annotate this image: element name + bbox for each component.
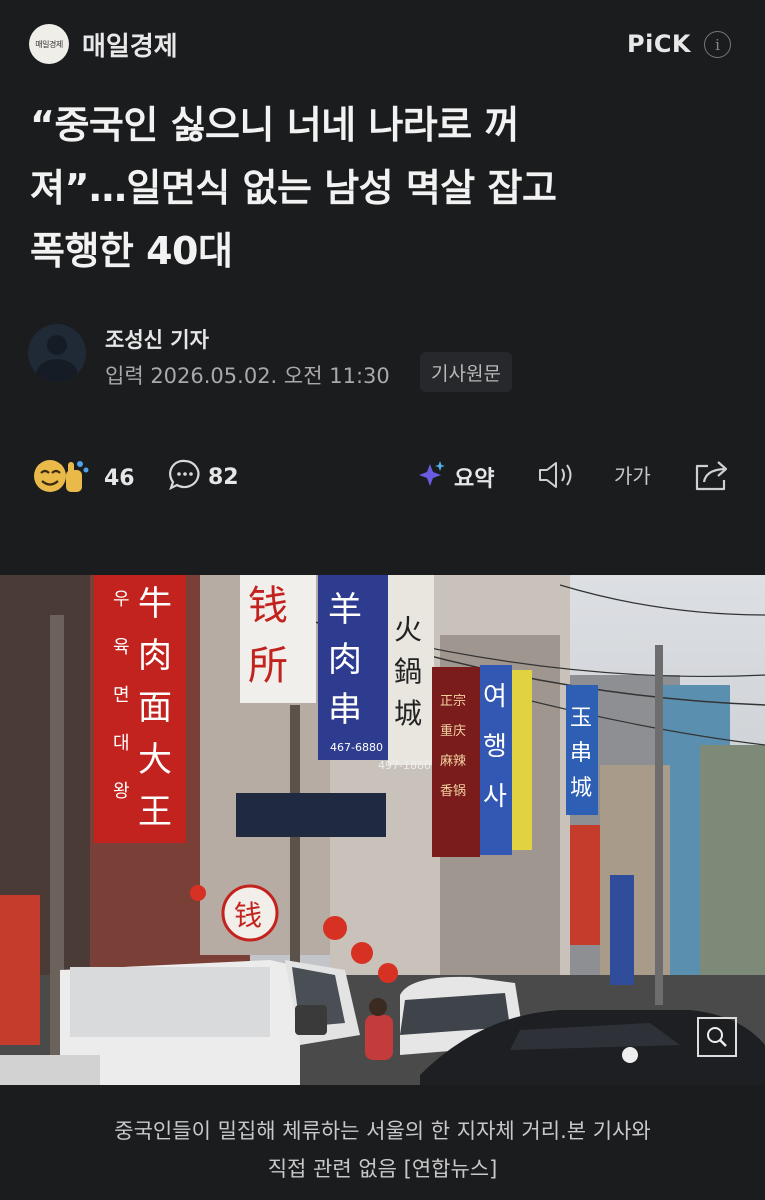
headline-line: “중국인 싫으니 너네 나라로 꺼	[30, 103, 519, 147]
reaction-button[interactable]: 46	[32, 456, 135, 500]
sparkle-icon	[416, 458, 446, 496]
press-logo[interactable]: 매일경제	[29, 24, 69, 64]
sign-text: 행	[483, 732, 507, 762]
sign-text: 牛	[138, 584, 172, 624]
sign-text: 육	[113, 637, 130, 658]
font-size-label: 가가	[614, 464, 651, 488]
sign-text: 사	[483, 782, 507, 812]
sign-text: 鍋	[394, 655, 422, 688]
reaction-emoji-icon	[32, 456, 94, 500]
sign-text: 钱	[234, 899, 262, 932]
comment-bubble-icon	[168, 458, 202, 496]
sign-text: 城	[570, 776, 592, 801]
speaker-icon	[536, 458, 576, 496]
info-symbol: i	[715, 35, 720, 54]
pick-badge: PiCK	[627, 30, 692, 58]
sign-text: 여	[483, 682, 507, 712]
sign-text: 钱	[248, 583, 288, 629]
sign-text: 우	[113, 589, 130, 610]
share-button[interactable]	[692, 456, 732, 498]
sign-text: 所	[248, 643, 288, 689]
avatar-body	[36, 359, 78, 382]
caption-line: 중국인들이 밀집해 체류하는 서울의 한 지자체 거리.본 기사와	[114, 1119, 651, 1143]
sign-text: 肉	[138, 636, 172, 676]
sign-text: 串	[570, 741, 592, 766]
press-name[interactable]: 매일경제	[82, 26, 178, 63]
headline-line: 폭행한 40대	[30, 229, 233, 273]
reaction-count: 46	[104, 465, 135, 491]
sign-text: 城	[394, 697, 422, 730]
article-headline: “중국인 싫으니 너네 나라로 꺼 져”…일면식 없는 남성 멱살 잡고 폭행한…	[30, 94, 745, 283]
sign-text: 面	[138, 688, 172, 728]
sign-text: 麻辣	[440, 754, 466, 769]
sign-text: 重庆	[440, 723, 466, 739]
sign-text: 肉	[328, 640, 362, 680]
published-date: 입력 2026.05.02. 오전 11:30	[105, 364, 390, 388]
street-scene-image: 우 육 면 대 왕 牛 肉 面 大 王 钱 所 羊 肉 串 467-6880 火…	[0, 575, 765, 1085]
avatar-head	[47, 335, 67, 355]
sign-text: 면	[113, 685, 130, 706]
sign-text: 火	[394, 613, 422, 646]
reporter-avatar[interactable]	[28, 324, 86, 382]
sign-text: 497-1880	[378, 759, 431, 772]
share-icon	[692, 456, 732, 498]
text-to-speech-button[interactable]	[536, 458, 576, 496]
comment-count: 82	[208, 464, 239, 490]
info-icon[interactable]: i	[704, 31, 731, 58]
original-article-button[interactable]: 기사원문	[420, 352, 512, 392]
zoom-button[interactable]	[697, 1017, 737, 1057]
photo-caption: 중국인들이 밀집해 체류하는 서울의 한 지자체 거리.본 기사와 직접 관련 …	[20, 1112, 745, 1188]
press-header: 매일경제 매일경제 PiCK i	[0, 0, 765, 86]
sign-text: 王	[138, 792, 172, 832]
action-bar: 46 82 요약 가가	[0, 450, 765, 500]
comment-button[interactable]: 82	[168, 458, 239, 496]
font-size-button[interactable]: 가가	[614, 460, 651, 489]
headline-line: 져”…일면식 없는 남성 멱살 잡고	[30, 166, 557, 210]
sign-text: 대	[113, 733, 130, 754]
summary-label: 요약	[454, 467, 495, 492]
sign-text: 玉	[570, 706, 592, 731]
summary-button[interactable]: 요약	[416, 458, 494, 496]
reporter-name[interactable]: 조성신 기자	[105, 324, 209, 354]
sign-text: 香锅	[440, 783, 466, 799]
sign-text: 왕	[113, 781, 130, 802]
sign-text: 串	[328, 690, 362, 730]
sign-text: 467-6880	[330, 741, 383, 754]
sign-text: 正宗	[440, 693, 466, 709]
sign-text: 羊	[328, 590, 362, 630]
magnifier-icon	[704, 1024, 730, 1050]
article-photo[interactable]: 우 육 면 대 왕 牛 肉 面 大 王 钱 所 羊 肉 串 467-6880 火…	[0, 575, 765, 1085]
sign-text: 大	[138, 740, 172, 780]
press-logo-text: 매일경제	[35, 39, 63, 49]
caption-line: 직접 관련 없음 [연합뉴스]	[267, 1157, 498, 1181]
